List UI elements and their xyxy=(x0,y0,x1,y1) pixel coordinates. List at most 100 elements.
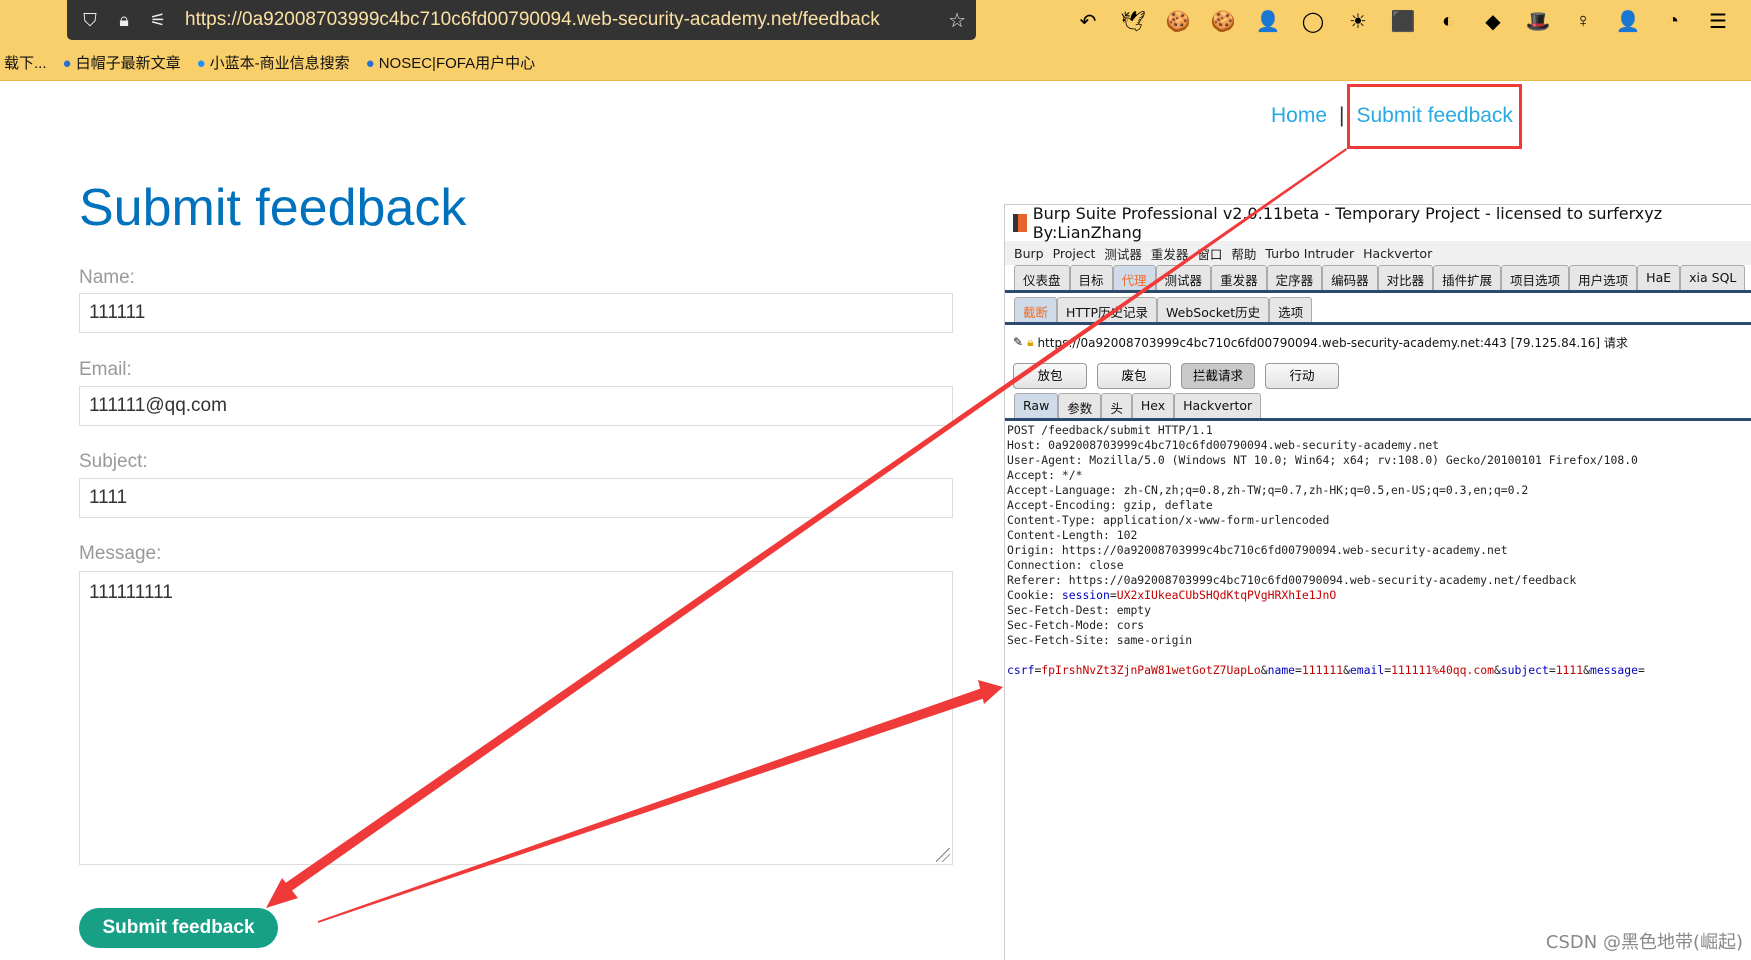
menu-item[interactable]: Project xyxy=(1053,246,1096,261)
extension-icon[interactable]: ↶ xyxy=(1075,8,1101,34)
cookie-key: session xyxy=(1061,588,1110,602)
param-key: csrf xyxy=(1007,663,1035,677)
extension-icon[interactable]: ☀ xyxy=(1345,8,1371,34)
bookmark-item[interactable]: ● NOSEC|FOFA用户中心 xyxy=(366,52,535,73)
intercept-target: ✎ 🔒︎ https://0a92008703999c4bc710c6fd00790… xyxy=(1005,325,1751,359)
extension-icon[interactable]: ⬛ xyxy=(1390,8,1416,34)
menu-item[interactable]: 重发器 xyxy=(1151,244,1189,263)
bookmark-item[interactable]: 载下... xyxy=(0,52,47,73)
burp-main-tabs: 仪表盘 目标 代理 测试器 重发器 定序器 编码器 对比器 插件扩展 项目选项 用户选项 HaE xia… xyxy=(1005,265,1751,293)
menu-item[interactable]: 窗口 xyxy=(1197,244,1222,263)
menu-item[interactable]: Burp xyxy=(1014,246,1044,261)
burp-menubar: Burp Project 测试器 重发器 窗口 帮助 Turbo Intruder Hackv… xyxy=(1005,241,1751,265)
tab-12[interactable]: xia SQL xyxy=(1680,265,1746,290)
extension-icon[interactable]: ◐ xyxy=(1435,8,1461,34)
subtab-3[interactable]: 选项 xyxy=(1269,297,1313,322)
subtab-1[interactable]: HTTP历史记录 xyxy=(1057,297,1158,322)
header-line: Sec-Fetch-Dest: empty xyxy=(1007,603,1152,617)
action-button-2[interactable]: 拦截请求 xyxy=(1181,363,1255,389)
menu-item[interactable]: Hackvertor xyxy=(1363,246,1432,261)
burp-title: Burp Suite Professional v2.0.11beta - Te… xyxy=(1032,204,1663,242)
header-line: Sec-Fetch-Mode: cors xyxy=(1007,618,1145,632)
extension-icon[interactable]: 👤 xyxy=(1255,8,1281,34)
view-tab-2[interactable]: 头 xyxy=(1101,393,1132,418)
request-editor[interactable]: POST /feedback/submit HTTP/1.1 Host: 0a92… xyxy=(1005,421,1751,680)
extension-icon[interactable]: ◔ xyxy=(1660,8,1686,34)
view-tab-4[interactable]: Hackvertor xyxy=(1174,393,1262,418)
tab-7[interactable]: 对比器 xyxy=(1377,265,1434,290)
extension-icon[interactable]: ☰ xyxy=(1705,8,1731,34)
param-value: 1111 xyxy=(1555,663,1584,677)
message-label: Message: xyxy=(79,543,162,564)
header-line: POST /feedback/submit HTTP/1.1 xyxy=(1007,423,1213,437)
menu-item[interactable]: Turbo Intruder xyxy=(1265,246,1354,261)
extension-icon[interactable]: 🍪 xyxy=(1210,8,1236,34)
header-line: Content-Type: application/x-www-form-url… xyxy=(1007,513,1330,527)
lock-icon: 🔒︎ xyxy=(119,9,129,30)
menu-item[interactable]: 帮助 xyxy=(1231,244,1256,263)
extension-icon[interactable]: 🕊 xyxy=(1120,8,1146,34)
param-key: message xyxy=(1589,663,1638,677)
header-line: Host: 0a92008703999c4bc710c6fd00790094.w… xyxy=(1007,438,1440,452)
extension-icon[interactable]: 🎩 xyxy=(1525,8,1551,34)
action-button-1[interactable]: 废包 xyxy=(1097,363,1171,389)
watermark: CSDN @黑色地带(崛起) xyxy=(1545,932,1743,953)
bookmark-icon: ● xyxy=(365,55,375,72)
tab-4[interactable]: 重发器 xyxy=(1211,265,1267,290)
pencil-icon[interactable]: ✎ xyxy=(1013,335,1023,349)
tab-2[interactable]: 代理 xyxy=(1112,265,1156,290)
header-line: Accept-Encoding: gzip, deflate xyxy=(1007,498,1213,512)
header-line: Origin: https://0a92008703999c4bc710c6fd… xyxy=(1007,543,1508,557)
subject-label: Subject: xyxy=(79,451,148,472)
extension-icon[interactable]: ◆ xyxy=(1480,8,1506,34)
message-field[interactable]: 111111111 xyxy=(79,571,953,865)
tab-3[interactable]: 测试器 xyxy=(1155,265,1212,290)
tab-0[interactable]: 仪表盘 xyxy=(1014,265,1070,290)
view-tab-0[interactable]: Raw xyxy=(1014,393,1059,418)
arrow-head-submit xyxy=(266,878,298,908)
cookie-value: UX2xIUkeaCUbSHQdKtqPVgHRXhIe1JnO xyxy=(1116,588,1337,602)
resize-grip-icon[interactable] xyxy=(936,848,950,862)
nav-home-link[interactable]: Home xyxy=(1271,104,1327,127)
permissions-icon[interactable]: ⚟ xyxy=(147,10,169,31)
page-title: Submit feedback xyxy=(79,179,467,237)
tab-5[interactable]: 定序器 xyxy=(1266,265,1323,290)
param-amp: & xyxy=(1343,663,1350,677)
extension-icon[interactable]: 👤 xyxy=(1615,8,1641,34)
tab-8[interactable]: 插件扩展 xyxy=(1433,265,1502,290)
submit-feedback-button[interactable]: Submit feedback xyxy=(79,908,278,948)
bookmarks-bar: 载下... ● 白帽子最新文章 ● 小蓝本-商业信息搜索 ● NOSEC|FOFA用户中心 xyxy=(0,52,535,73)
subtab-0[interactable]: 截断 xyxy=(1014,297,1058,322)
tab-9[interactable]: 项目选项 xyxy=(1501,265,1570,290)
header-line: Accept: */* xyxy=(1007,468,1083,482)
view-tab-1[interactable]: 参数 xyxy=(1058,393,1102,418)
extension-icon[interactable]: 🍪 xyxy=(1165,8,1191,34)
bookmark-label: 小蓝本-商业信息搜索 xyxy=(209,55,350,72)
tab-11[interactable]: HaE xyxy=(1637,265,1681,290)
tab-10[interactable]: 用户选项 xyxy=(1569,265,1638,290)
action-button-0[interactable]: 放包 xyxy=(1013,363,1087,389)
subtab-2[interactable]: WebSocket历史 xyxy=(1157,297,1270,322)
menu-item[interactable]: 测试器 xyxy=(1104,244,1142,263)
action-button-3[interactable]: 行动 xyxy=(1265,363,1339,389)
tab-6[interactable]: 编码器 xyxy=(1322,265,1378,290)
bookmark-icon: ● xyxy=(62,55,72,72)
view-tab-3[interactable]: Hex xyxy=(1131,393,1175,418)
header-line: Accept-Language: zh-CN,zh;q=0.8,zh-TW;q=… xyxy=(1007,483,1529,497)
url-text[interactable]: https://0a92008703999c4bc710c6fd00790094… xyxy=(185,9,880,31)
subject-field[interactable]: 1111 xyxy=(79,478,953,518)
address-bar[interactable]: ⛉ 🔒︎ ⚟ https://0a92008703999c4bc710c6fd0… xyxy=(67,0,976,40)
bookmark-star-icon[interactable]: ☆ xyxy=(948,8,966,33)
tab-1[interactable]: 目标 xyxy=(1069,265,1113,290)
bookmark-item[interactable]: ● 小蓝本-商业信息搜索 xyxy=(197,52,350,73)
arrow-head-body xyxy=(978,680,1003,704)
email-field[interactable]: 111111@qq.com xyxy=(79,386,953,426)
extension-icon[interactable]: ◯ xyxy=(1300,8,1326,34)
param-amp: & xyxy=(1583,663,1590,677)
name-label: Name: xyxy=(79,267,135,288)
extension-icon[interactable]: ♀ xyxy=(1570,8,1596,34)
bookmark-item[interactable]: ● 白帽子最新文章 xyxy=(63,52,181,73)
header-line: User-Agent: Mozilla/5.0 (Windows NT 10.0… xyxy=(1007,453,1638,467)
name-field[interactable]: 111111 xyxy=(79,293,953,333)
